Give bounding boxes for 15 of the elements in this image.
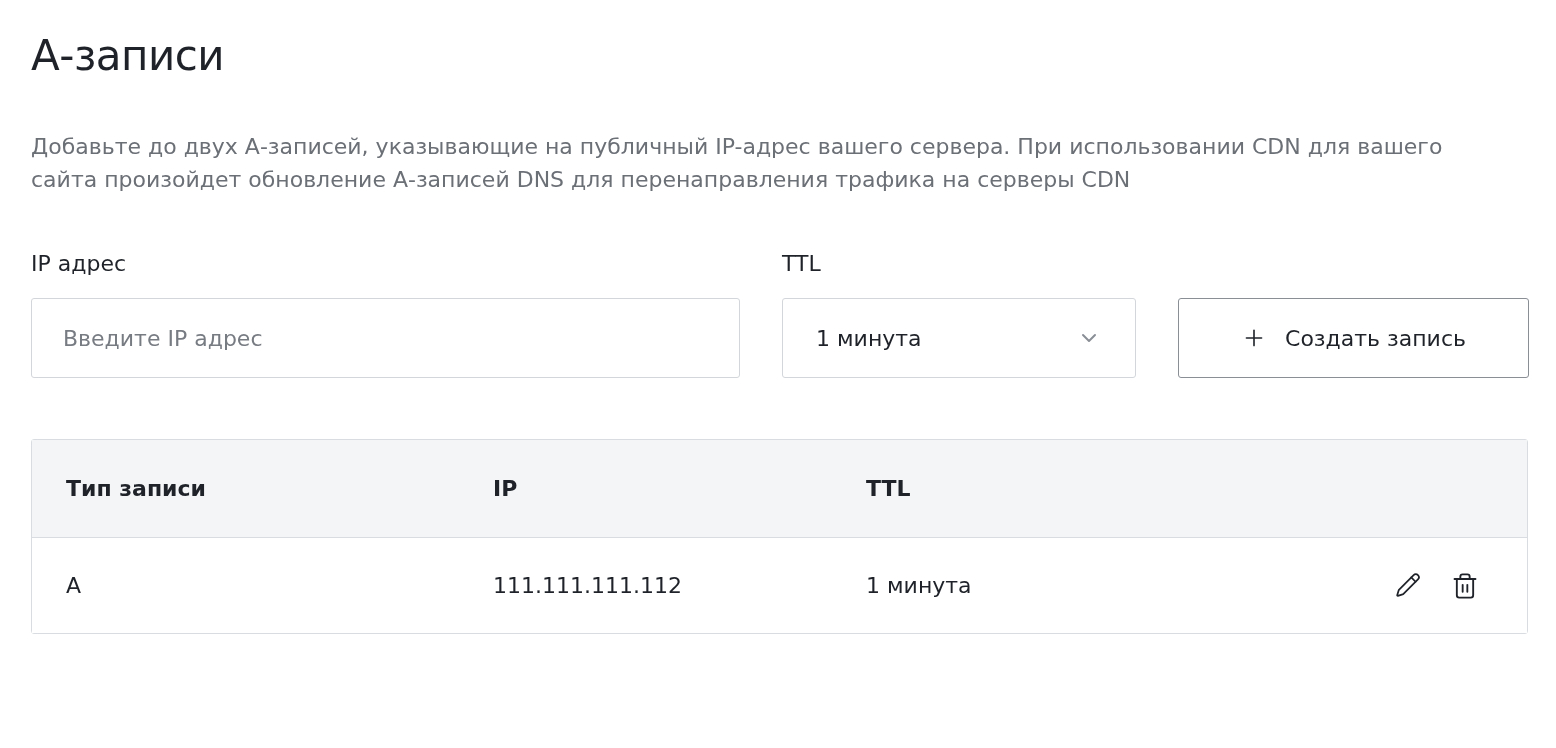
description-text: Добавьте до двух А-записей, указывающие на публичный IP-адрес вашего сервера. При использовании CDN для вашего сайта произойдет обновление А-записей DNS для перенаправления трафика на серверы CDN [31, 133, 1444, 194]
field-label: TTL [782, 250, 822, 278]
column-header: Тип записи [66, 476, 207, 501]
table-cell-text: 111.111.111.112 [493, 573, 683, 598]
create-record-button[interactable]: Создать запись [1178, 298, 1529, 378]
page-title: А-записи [31, 30, 226, 82]
column-header: IP [493, 476, 519, 501]
table-cell-text: A [66, 573, 83, 598]
ip-input-field[interactable]: Введите IP адрес [31, 298, 740, 378]
ttl-select[interactable]: 1 минута [782, 298, 1136, 378]
column-header: TTL [866, 476, 912, 501]
table-cell-text: 1 минута [866, 573, 973, 598]
edit-button[interactable] [1395, 571, 1421, 600]
delete-button[interactable] [1451, 571, 1479, 600]
field-label: IP адрес [31, 250, 128, 278]
